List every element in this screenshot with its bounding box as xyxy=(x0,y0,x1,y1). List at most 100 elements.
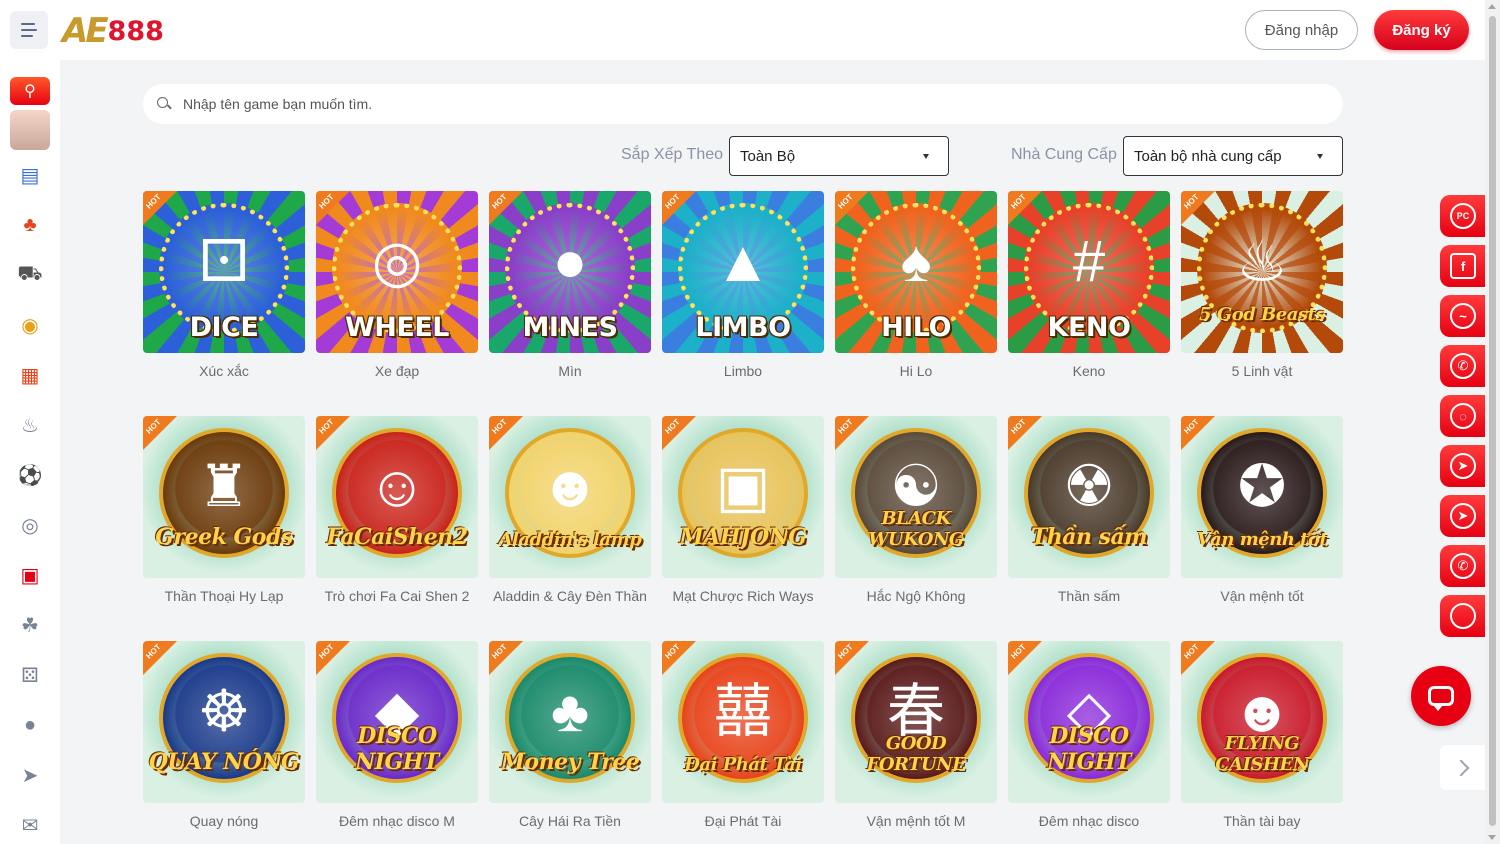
sort-select[interactable]: Toàn Bộ xyxy=(729,136,949,176)
game-thumbnail[interactable]: ☢ Thần sấm HOT xyxy=(1008,416,1170,578)
game-name[interactable]: Hắc Ngộ Không xyxy=(835,588,997,604)
game-thumbnail[interactable]: # KENO HOT xyxy=(1008,191,1170,353)
hamburger-menu-icon[interactable] xyxy=(10,11,48,49)
game-thumbnail[interactable]: ☻ FLYING CAISHEN HOT xyxy=(1181,641,1343,803)
float-telegram-button[interactable]: ➤ xyxy=(1440,495,1486,537)
sidebar-lottery-icon[interactable]: ▤ xyxy=(10,155,50,195)
game-card[interactable]: ♠ HILO HOT Hi Lo xyxy=(835,191,997,379)
game-search-input[interactable] xyxy=(183,96,1283,112)
game-card[interactable]: ☸ QUAY NÓNG HOT Quay nóng xyxy=(143,641,305,829)
game-name[interactable]: Keno xyxy=(1008,363,1170,379)
sidebar-search-icon[interactable]: ⚲ xyxy=(10,77,50,105)
game-name[interactable]: Vận mệnh tốt xyxy=(1181,588,1343,604)
game-card[interactable]: ♜ Greek Gods HOT Thần Thoại Hy Lạp xyxy=(143,416,305,604)
scroll-down-icon[interactable] xyxy=(1488,835,1496,840)
float-pc-button[interactable]: PC xyxy=(1440,195,1486,237)
game-card[interactable]: ☢ Thần sấm HOT Thần sấm xyxy=(1008,416,1170,604)
game-card[interactable]: ▣ MAHJONG HOT Mạt Chược Rich Ways xyxy=(662,416,824,604)
sidebar-fishing-icon[interactable]: ● xyxy=(10,705,50,745)
game-name[interactable]: Quay nóng xyxy=(143,813,305,829)
game-name[interactable]: Mìn xyxy=(489,363,651,379)
sidebar-rocket-icon[interactable]: ➤ xyxy=(10,755,50,795)
game-name[interactable]: Thần sấm xyxy=(1008,588,1170,604)
game-card[interactable]: ✪ Vận mệnh tốt HOT Vận mệnh tốt xyxy=(1181,416,1343,604)
sidebar-live-casino-icon[interactable]: ♣ xyxy=(10,205,50,245)
game-thumbnail[interactable]: ☸ QUAY NÓNG HOT xyxy=(143,641,305,803)
sidebar-avatar[interactable] xyxy=(10,110,50,150)
game-thumbnail[interactable]: 囍 Đại Phát Tài HOT xyxy=(662,641,824,803)
sidebar-dice-icon[interactable]: ⚄ xyxy=(10,655,50,695)
float-messenger-button[interactable]: ~ xyxy=(1440,295,1486,337)
game-thumbnail[interactable]: ▲ LIMBO HOT xyxy=(662,191,824,353)
game-thumbnail[interactable]: ☻ Aladdin's lamp HOT xyxy=(489,416,651,578)
game-name[interactable]: Aladdin & Cây Đèn Thần xyxy=(489,588,651,604)
game-card[interactable]: ☯ BLACK WUKONG HOT Hắc Ngộ Không xyxy=(835,416,997,604)
game-card[interactable]: ⚀ DICE HOT Xúc xắc xyxy=(143,191,305,379)
game-name[interactable]: Thần Thoại Hy Lạp xyxy=(143,588,305,604)
game-thumbnail[interactable]: ✪ Vận mệnh tốt HOT xyxy=(1181,416,1343,578)
game-thumbnail[interactable]: ♣ Money Tree HOT xyxy=(489,641,651,803)
sidebar-soccer-icon[interactable]: ⚽ xyxy=(10,455,50,495)
sidebar-ticket-icon[interactable]: ✉ xyxy=(10,805,50,844)
next-page-arrow[interactable] xyxy=(1440,745,1485,790)
float-telegram-button[interactable]: ➤ xyxy=(1440,445,1486,487)
game-thumbnail[interactable]: ☯ BLACK WUKONG HOT xyxy=(835,416,997,578)
scroll-thumb[interactable] xyxy=(1489,16,1496,826)
float-wechat-button[interactable]: ◌ xyxy=(1440,395,1486,437)
sidebar-coin-icon[interactable]: ◉ xyxy=(10,305,50,345)
game-thumbnail[interactable]: ● MINES HOT xyxy=(489,191,651,353)
game-name[interactable]: 5 Linh vật xyxy=(1181,363,1343,379)
game-card[interactable]: ● MINES HOT Mìn xyxy=(489,191,651,379)
sidebar-car-racing-icon[interactable]: ⛟ xyxy=(10,255,50,295)
float-phone-button[interactable]: ✆ xyxy=(1440,545,1486,587)
game-thumbnail[interactable]: 春 GOOD FORTUNE HOT xyxy=(835,641,997,803)
game-name[interactable]: Hi Lo xyxy=(835,363,997,379)
game-name[interactable]: Xe đạp xyxy=(316,363,478,379)
game-name[interactable]: Mạt Chược Rich Ways xyxy=(662,588,824,604)
game-card[interactable]: ◇ DISCO NIGHT HOT Đêm nhạc disco xyxy=(1008,641,1170,829)
game-card[interactable]: ☻ Aladdin's lamp HOT Aladdin & Cây Đèn Thần xyxy=(489,416,651,604)
float-chat-button[interactable] xyxy=(1440,595,1486,637)
register-button[interactable]: Đăng ký xyxy=(1374,10,1469,50)
game-name[interactable]: Thần tài bay xyxy=(1181,813,1343,829)
game-card[interactable]: # KENO HOT Keno xyxy=(1008,191,1170,379)
game-thumbnail[interactable]: ◎ WHEEL HOT xyxy=(316,191,478,353)
game-card[interactable]: 春 GOOD FORTUNE HOT Vận mệnh tốt M xyxy=(835,641,997,829)
sidebar-slots-icon[interactable]: ▦ xyxy=(10,355,50,395)
game-name[interactable]: Đại Phát Tài xyxy=(662,813,824,829)
sidebar-fire-icon[interactable]: ♨ xyxy=(10,405,50,445)
game-thumbnail[interactable]: ▣ MAHJONG HOT xyxy=(662,416,824,578)
provider-select[interactable]: Toàn bộ nhà cung cấp xyxy=(1123,136,1343,176)
scroll-up-icon[interactable] xyxy=(1488,4,1496,9)
site-logo[interactable]: AE 888 xyxy=(62,11,164,51)
game-card[interactable]: 囍 Đại Phát Tài HOT Đại Phát Tài xyxy=(662,641,824,829)
game-card[interactable]: ▲ LIMBO HOT Limbo xyxy=(662,191,824,379)
game-card[interactable]: ◆ DISCO NIGHT HOT Đêm nhạc disco M xyxy=(316,641,478,829)
game-name[interactable]: Trò chơi Fa Cai Shen 2 xyxy=(316,588,478,604)
game-card[interactable]: ♣ Money Tree HOT Cây Hái Ra Tiền xyxy=(489,641,651,829)
sidebar-esports-icon[interactable]: ◎ xyxy=(10,505,50,545)
game-name[interactable]: Cây Hái Ra Tiền xyxy=(489,813,651,829)
game-card[interactable]: ☺ FaCaiShen2 HOT Trò chơi Fa Cai Shen 2 xyxy=(316,416,478,604)
page-scrollbar[interactable] xyxy=(1485,0,1500,844)
game-thumbnail[interactable]: ♠ HILO HOT xyxy=(835,191,997,353)
live-chat-button[interactable] xyxy=(1411,666,1471,726)
game-name[interactable]: Limbo xyxy=(662,363,824,379)
login-button[interactable]: Đăng nhập xyxy=(1245,10,1358,50)
game-thumbnail[interactable]: ♜ Greek Gods HOT xyxy=(143,416,305,578)
game-name[interactable]: Xúc xắc xyxy=(143,363,305,379)
game-card[interactable]: ◎ WHEEL HOT Xe đạp xyxy=(316,191,478,379)
game-thumbnail[interactable]: ◆ DISCO NIGHT HOT xyxy=(316,641,478,803)
game-card[interactable]: ☻ FLYING CAISHEN HOT Thần tài bay xyxy=(1181,641,1343,829)
sidebar-cockfight-icon[interactable]: ☘ xyxy=(10,605,50,645)
sidebar-slot-777-icon[interactable]: ▣ xyxy=(10,555,50,595)
game-name[interactable]: Đêm nhạc disco xyxy=(1008,813,1170,829)
float-whatsapp-button[interactable]: ✆ xyxy=(1440,345,1486,387)
game-thumbnail[interactable]: ☺ FaCaiShen2 HOT xyxy=(316,416,478,578)
game-name[interactable]: Đêm nhạc disco M xyxy=(316,813,478,829)
float-facebook-button[interactable]: f xyxy=(1440,245,1486,287)
game-card[interactable]: ♨ 5 God Beasts HOT 5 Linh vật xyxy=(1181,191,1343,379)
game-name[interactable]: Vận mệnh tốt M xyxy=(835,813,997,829)
game-thumbnail[interactable]: ♨ 5 God Beasts HOT xyxy=(1181,191,1343,353)
game-thumbnail[interactable]: ◇ DISCO NIGHT HOT xyxy=(1008,641,1170,803)
